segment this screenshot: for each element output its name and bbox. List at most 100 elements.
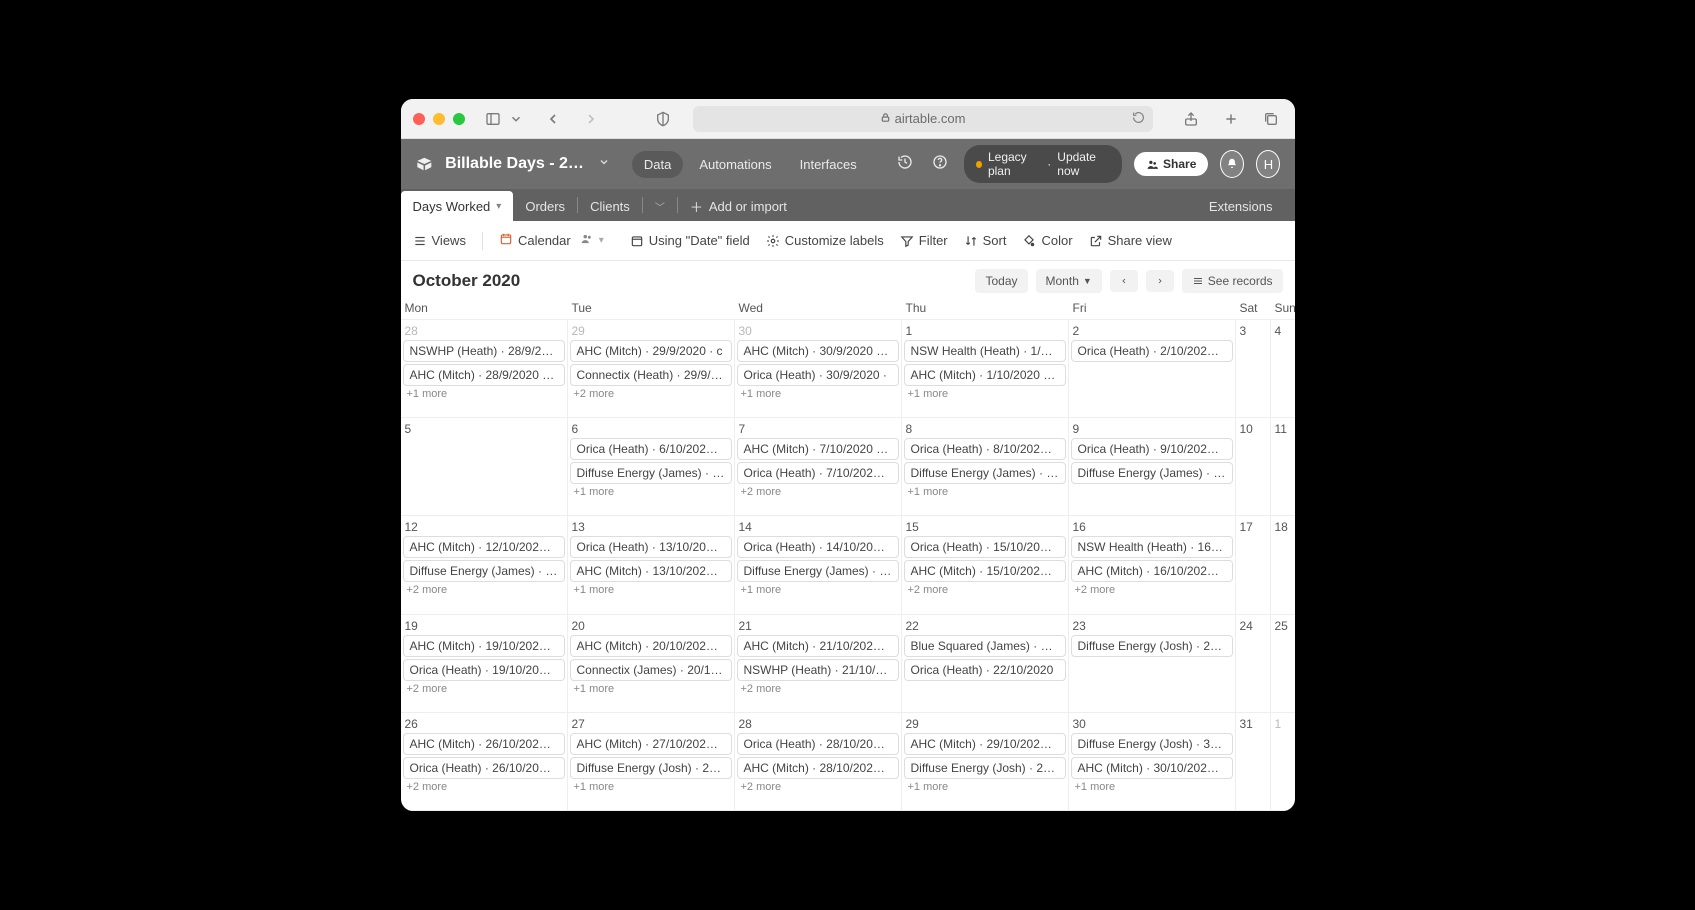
filter-button[interactable]: Filter xyxy=(900,233,948,248)
maximize-window-button[interactable] xyxy=(453,113,465,125)
tabs-icon[interactable] xyxy=(1259,107,1283,131)
calendar-event[interactable]: AHC (Mitch) · 28/9/2020 · cl xyxy=(403,364,565,386)
calendar-day-cell[interactable]: 1NSW Health (Heath) · 1/1…AHC (Mitch) · … xyxy=(902,320,1069,417)
tab-days-worked[interactable]: Days Worked ▾ xyxy=(401,191,514,221)
view-switcher[interactable]: Calendar ▾ xyxy=(499,232,604,249)
calendar-event[interactable]: Orica (Heath) · 14/10/2020 · xyxy=(737,536,899,558)
calendar-event[interactable]: AHC (Mitch) · 29/10/2020 · … xyxy=(904,733,1066,755)
calendar-event[interactable]: AHC (Mitch) · 12/10/2020 · c xyxy=(403,536,565,558)
next-month-button[interactable] xyxy=(1146,270,1174,292)
calendar-event[interactable]: Connectix (James) · 20/1… xyxy=(570,659,732,681)
calendar-event[interactable]: NSWHP (Heath) · 21/10/2… xyxy=(737,659,899,681)
calendar-event[interactable]: AHC (Mitch) · 15/10/2020 · c xyxy=(904,560,1066,582)
calendar-day-cell[interactable]: 28Orica (Heath) · 28/10/2020 ·AHC (Mitch… xyxy=(735,713,902,810)
chevron-down-icon[interactable] xyxy=(509,107,523,131)
calendar-event[interactable]: Orica (Heath) · 15/10/2020 · xyxy=(904,536,1066,558)
calendar-event[interactable]: Orica (Heath) · 22/10/2020 xyxy=(904,659,1066,681)
calendar-event[interactable]: NSW Health (Heath) · 16/… xyxy=(1071,536,1233,558)
avatar[interactable]: H xyxy=(1256,150,1280,178)
help-icon[interactable] xyxy=(928,154,952,175)
nav-data[interactable]: Data xyxy=(632,151,683,178)
more-events-link[interactable]: +2 more xyxy=(1071,584,1233,596)
calendar-event[interactable]: Orica (Heath) · 7/10/2020 · c xyxy=(737,462,899,484)
back-button[interactable] xyxy=(541,107,565,131)
chevron-down-icon[interactable]: ▾ xyxy=(496,201,501,212)
calendar-day-cell[interactable]: 14Orica (Heath) · 14/10/2020 ·Diffuse En… xyxy=(735,516,902,613)
color-button[interactable]: Color xyxy=(1022,233,1072,248)
calendar-day-cell[interactable]: 30Diffuse Energy (Josh) · 3…AHC (Mitch) … xyxy=(1069,713,1236,810)
more-events-link[interactable]: +1 more xyxy=(403,388,565,400)
calendar-event[interactable]: AHC (Mitch) · 1/10/2020 · … xyxy=(904,364,1066,386)
plan-pill[interactable]: Legacy plan · Update now xyxy=(964,145,1122,183)
calendar-event[interactable]: Diffuse Energy (James) · … xyxy=(904,462,1066,484)
calendar-day-cell[interactable]: 29AHC (Mitch) · 29/10/2020 · …Diffuse En… xyxy=(902,713,1069,810)
calendar-day-cell[interactable]: 22Blue Squared (James) · 2…Orica (Heath)… xyxy=(902,615,1069,712)
minimize-window-button[interactable] xyxy=(433,113,445,125)
calendar-day-cell[interactable]: 2Orica (Heath) · 2/10/2020 · c xyxy=(1069,320,1236,417)
history-icon[interactable] xyxy=(893,154,917,175)
calendar-day-cell[interactable]: 6Orica (Heath) · 6/10/2020 · cDiffuse En… xyxy=(568,418,735,515)
calendar-day-cell[interactable]: 8Orica (Heath) · 8/10/2020 · …Diffuse En… xyxy=(902,418,1069,515)
close-window-button[interactable] xyxy=(413,113,425,125)
calendar-event[interactable]: Orica (Heath) · 28/10/2020 · xyxy=(737,733,899,755)
calendar-day-cell[interactable]: 13Orica (Heath) · 13/10/2020 …AHC (Mitch… xyxy=(568,516,735,613)
prev-month-button[interactable] xyxy=(1110,270,1138,292)
calendar-event[interactable]: Orica (Heath) · 30/9/2020 · xyxy=(737,364,899,386)
calendar-day-cell[interactable]: 3 xyxy=(1236,320,1271,417)
base-menu-chevron-icon[interactable] xyxy=(598,155,610,173)
add-or-import-button[interactable]: ＋ Add or import xyxy=(678,191,799,221)
customize-labels-button[interactable]: Customize labels xyxy=(766,233,884,248)
calendar-event[interactable]: Orica (Heath) · 19/10/2020 · xyxy=(403,659,565,681)
more-events-link[interactable]: +2 more xyxy=(737,486,899,498)
more-events-link[interactable]: +1 more xyxy=(1071,781,1233,793)
reload-icon[interactable] xyxy=(1132,111,1145,127)
more-events-link[interactable]: +1 more xyxy=(570,781,732,793)
calendar-day-cell[interactable]: 29AHC (Mitch) · 29/9/2020 · cConnectix (… xyxy=(568,320,735,417)
tab-clients[interactable]: Clients xyxy=(578,191,642,221)
calendar-event[interactable]: Diffuse Energy (James) · … xyxy=(570,462,732,484)
calendar-event[interactable]: AHC (Mitch) · 28/10/2020 · l xyxy=(737,757,899,779)
share-view-button[interactable]: Share view xyxy=(1089,233,1172,248)
calendar-event[interactable]: Orica (Heath) · 9/10/2020 · c xyxy=(1071,438,1233,460)
calendar-day-cell[interactable]: 7AHC (Mitch) · 7/10/2020 · …Orica (Heath… xyxy=(735,418,902,515)
calendar-day-cell[interactable]: 20AHC (Mitch) · 20/10/2020 · …Connectix … xyxy=(568,615,735,712)
more-events-link[interactable]: +1 more xyxy=(904,781,1066,793)
calendar-day-cell[interactable]: 30AHC (Mitch) · 30/9/2020 · clOrica (Hea… xyxy=(735,320,902,417)
calendar-day-cell[interactable]: 12AHC (Mitch) · 12/10/2020 · cDiffuse En… xyxy=(401,516,568,613)
calendar-event[interactable]: AHC (Mitch) · 13/10/2020 · c xyxy=(570,560,732,582)
privacy-shield-icon[interactable] xyxy=(651,107,675,131)
calendar-day-cell[interactable]: 9Orica (Heath) · 9/10/2020 · cDiffuse En… xyxy=(1069,418,1236,515)
share-button[interactable]: Share xyxy=(1134,152,1208,176)
more-events-link[interactable]: +1 more xyxy=(570,486,732,498)
calendar-day-cell[interactable]: 25 xyxy=(1271,615,1295,712)
extensions-button[interactable]: Extensions xyxy=(1195,191,1287,221)
calendar-day-cell[interactable]: 18 xyxy=(1271,516,1295,613)
more-events-link[interactable]: +2 more xyxy=(403,584,565,596)
calendar-day-cell[interactable]: 26AHC (Mitch) · 26/10/2020 · lOrica (Hea… xyxy=(401,713,568,810)
share-icon[interactable] xyxy=(1179,107,1203,131)
calendar-event[interactable]: NSW Health (Heath) · 1/1… xyxy=(904,340,1066,362)
today-button[interactable]: Today xyxy=(975,269,1027,293)
calendar-day-cell[interactable]: 10 xyxy=(1236,418,1271,515)
more-events-link[interactable]: +2 more xyxy=(403,683,565,695)
calendar-day-cell[interactable]: 15Orica (Heath) · 15/10/2020 ·AHC (Mitch… xyxy=(902,516,1069,613)
sort-button[interactable]: Sort xyxy=(964,233,1007,248)
calendar-day-cell[interactable]: 23Diffuse Energy (Josh) · 2… xyxy=(1069,615,1236,712)
calendar-event[interactable]: Diffuse Energy (Josh) · 2… xyxy=(1071,635,1233,657)
more-events-link[interactable]: +1 more xyxy=(904,388,1066,400)
sidebar-toggle-icon[interactable] xyxy=(481,107,505,131)
calendar-day-cell[interactable]: 31 xyxy=(1236,713,1271,810)
more-events-link[interactable]: +1 more xyxy=(570,683,732,695)
calendar-event[interactable]: Diffuse Energy (James) · … xyxy=(1071,462,1233,484)
more-events-link[interactable]: +2 more xyxy=(403,781,565,793)
calendar-day-cell[interactable]: 5 xyxy=(401,418,568,515)
more-events-link[interactable]: +1 more xyxy=(570,584,732,596)
calendar-event[interactable]: Connectix (Heath) · 29/9/… xyxy=(570,364,732,386)
more-events-link[interactable]: +2 more xyxy=(737,683,899,695)
date-field-config[interactable]: Using "Date" field xyxy=(630,233,750,248)
more-events-link[interactable]: +1 more xyxy=(737,388,899,400)
calendar-day-cell[interactable]: 27AHC (Mitch) · 27/10/2020 · …Diffuse En… xyxy=(568,713,735,810)
airtable-logo-icon[interactable] xyxy=(415,153,434,175)
calendar-day-cell[interactable]: 19AHC (Mitch) · 19/10/2020 · cOrica (Hea… xyxy=(401,615,568,712)
calendar-event[interactable]: AHC (Mitch) · 30/9/2020 · cl xyxy=(737,340,899,362)
